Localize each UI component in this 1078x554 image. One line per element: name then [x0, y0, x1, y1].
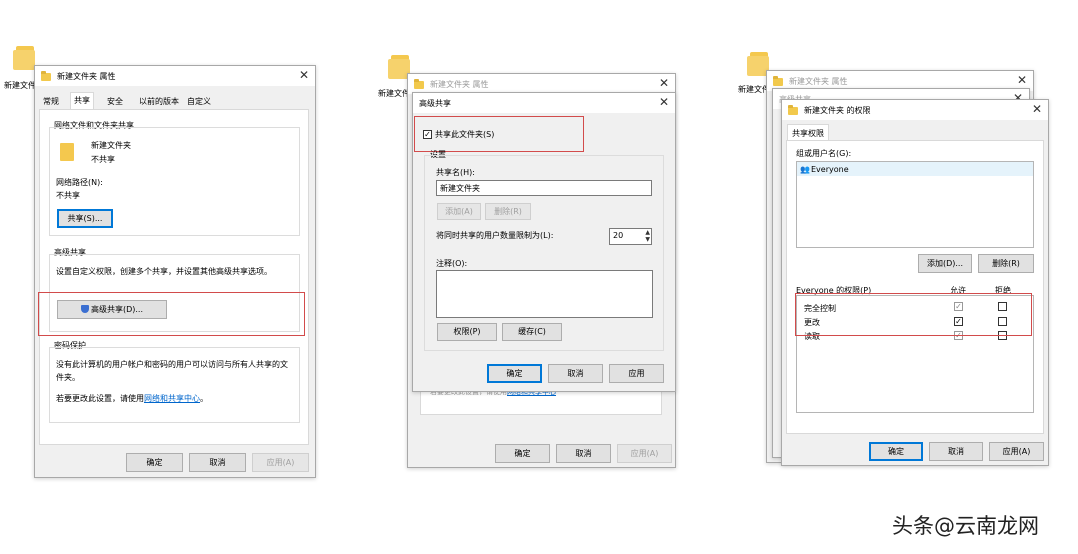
folder-icon: [60, 143, 74, 161]
folder-icon: [773, 76, 783, 86]
close-icon[interactable]: ✕: [1032, 102, 1042, 116]
spin-arrows-icon[interactable]: ▲ ▼: [645, 229, 650, 243]
cancel-button[interactable]: 取消: [929, 442, 983, 461]
title-bar: 新建文件夹 属性 ✕: [35, 66, 315, 86]
title-bar: 高级共享 ✕: [413, 93, 675, 113]
comment-label: 注释(O):: [436, 259, 468, 268]
folder-name: 新建文件夹: [91, 141, 131, 150]
apply-button[interactable]: 应用(A): [617, 444, 672, 463]
tab-customize[interactable]: 自定义: [184, 94, 214, 110]
network-path-label: 网络路径(N):: [56, 178, 103, 187]
share-button[interactable]: 共享(S)...: [57, 209, 113, 228]
tab-previous-versions[interactable]: 以前的版本: [136, 94, 182, 110]
share-state: 不共享: [91, 155, 115, 164]
folder-icon[interactable]: [13, 46, 35, 70]
folder-label: 新建文件: [378, 89, 410, 98]
advanced-description: 设置自定义权限，创建多个共享，并设置其他高级共享选项。: [56, 267, 272, 276]
close-icon[interactable]: ✕: [659, 76, 669, 90]
user-limit-stepper[interactable]: 20 ▲ ▼: [609, 228, 652, 245]
users-icon: 👥: [800, 165, 810, 174]
password-description: 件夹。: [56, 373, 80, 382]
highlight-box: [38, 292, 305, 336]
apply-button[interactable]: 应用(A): [989, 442, 1044, 461]
cancel-button[interactable]: 取消: [548, 364, 603, 383]
tab-share-permissions[interactable]: 共享权限: [787, 124, 829, 141]
permissions-button[interactable]: 权限(P): [437, 323, 497, 341]
cancel-button[interactable]: 取消: [189, 453, 246, 472]
ok-button[interactable]: 确定: [869, 442, 923, 461]
remove-button[interactable]: 删除(R): [978, 254, 1034, 273]
apply-button[interactable]: 应用(A): [252, 453, 309, 472]
title-bar: 新建文件夹 的权限 ✕: [782, 100, 1048, 120]
user-limit-value: 20: [613, 231, 624, 240]
add-button[interactable]: 添加(A): [437, 203, 481, 220]
dialog-title: 高级共享: [419, 99, 451, 108]
network-path-value: 不共享: [56, 191, 80, 200]
user-limit-label: 将同时共享的用户数量限制为(L):: [436, 231, 554, 240]
comment-textarea[interactable]: [436, 270, 653, 318]
folder-icon: [414, 79, 424, 89]
dialog-title: 新建文件夹 的权限: [804, 106, 871, 115]
ok-button[interactable]: 确定: [126, 453, 183, 472]
folder-icon: [41, 71, 51, 81]
window-title: 新建文件夹 属性: [430, 80, 489, 89]
password-change-suffix: 。: [200, 394, 208, 403]
user-name: Everyone: [811, 165, 849, 174]
apply-button[interactable]: 应用: [609, 364, 664, 383]
watermark: 头条@云南龙网: [892, 514, 1039, 538]
tab-security[interactable]: 安全: [104, 94, 126, 110]
close-icon[interactable]: ✕: [1017, 73, 1027, 87]
tab-general[interactable]: 常规: [40, 94, 62, 110]
group-users-label: 组或用户名(G):: [796, 149, 852, 158]
password-change-text: 若要更改此设置，请使用网络和共享中心。: [56, 393, 208, 404]
close-icon[interactable]: ✕: [659, 95, 669, 109]
highlight-box: [795, 293, 1032, 336]
add-button[interactable]: 添加(D)...: [918, 254, 972, 273]
close-icon[interactable]: ✕: [299, 68, 309, 82]
cancel-button[interactable]: 取消: [556, 444, 611, 463]
share-name-label: 共享名(H):: [436, 168, 475, 177]
share-name-input[interactable]: 新建文件夹: [436, 180, 652, 196]
password-description: 没有此计算机的用户帐户和密码的用户可以访问与所有人共享的文: [56, 360, 288, 369]
ok-button[interactable]: 确定: [495, 444, 550, 463]
remove-button[interactable]: 删除(R): [485, 203, 531, 220]
highlight-box: [414, 116, 584, 152]
window-title: 新建文件夹 属性: [789, 77, 848, 86]
tab-sharing[interactable]: 共享: [70, 92, 94, 110]
ok-button[interactable]: 确定: [487, 364, 542, 383]
folder-icon: [788, 105, 798, 115]
window-title: 新建文件夹 属性: [57, 72, 116, 81]
network-center-link[interactable]: 网络和共享中心: [144, 394, 200, 403]
title-bar: 新建文件夹 属性 ✕: [408, 74, 675, 94]
cache-button[interactable]: 缓存(C): [502, 323, 562, 341]
password-change-prefix: 若要更改此设置，请使用: [56, 394, 144, 403]
